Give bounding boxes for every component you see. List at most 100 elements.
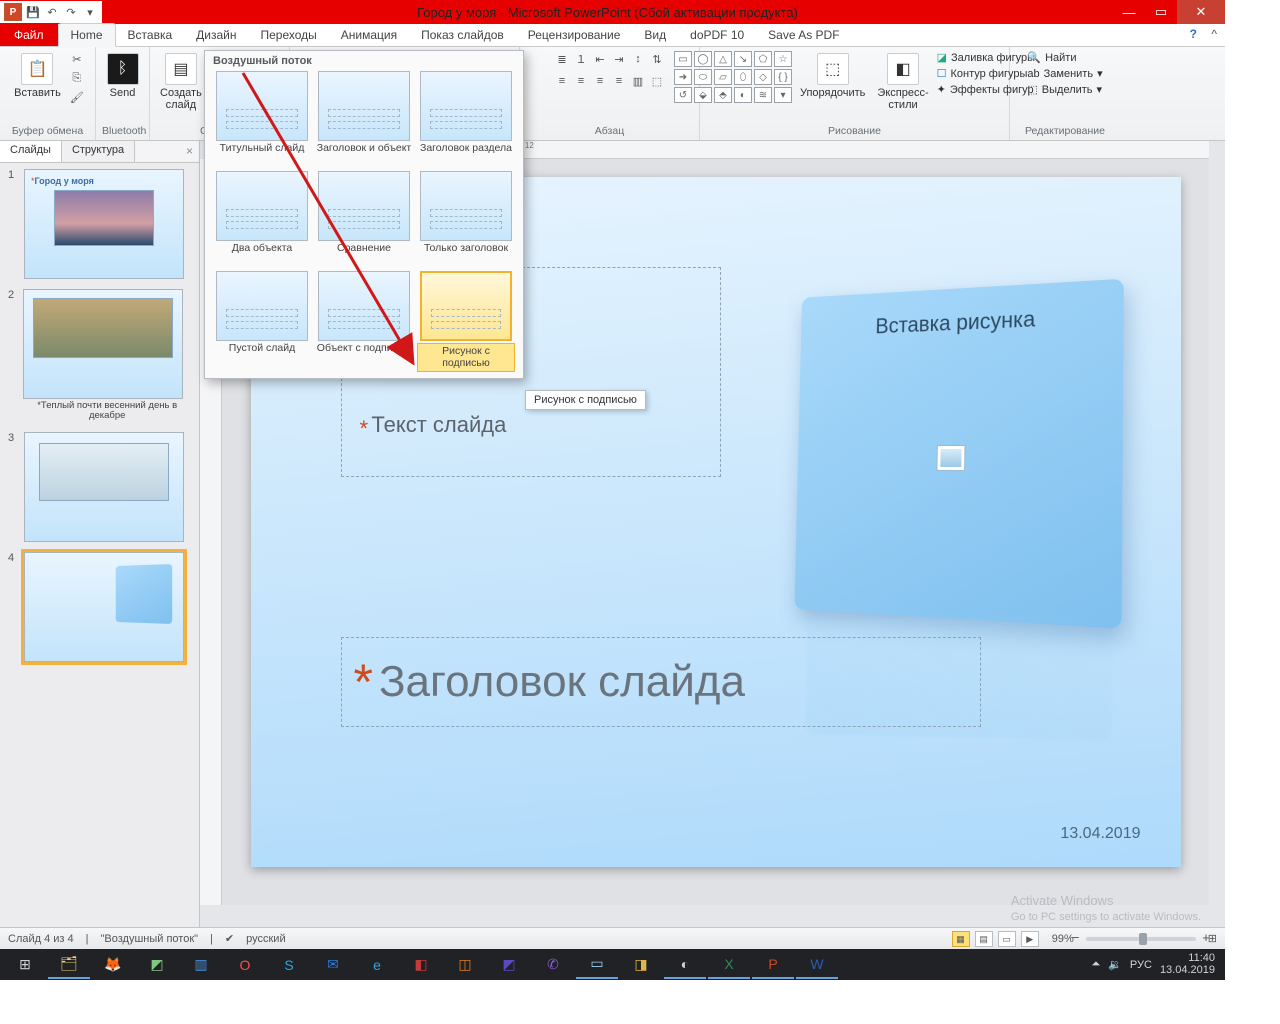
undo-icon[interactable]: ↶ [44,4,60,20]
insert-picture-icon[interactable] [936,445,965,471]
taskbar-app3-icon[interactable]: ◧ [400,951,442,979]
indent-inc-icon[interactable]: ⇥ [611,51,627,67]
taskbar-viber-icon[interactable]: ✆ [532,951,574,979]
taskbar-app5-icon[interactable]: ◨ [620,951,662,979]
layout-title-only[interactable]: Только заголовок [417,171,515,267]
redo-icon[interactable]: ↷ [63,4,79,20]
sorter-view-button[interactable]: ▤ [975,931,993,947]
tab-saveaspdf[interactable]: Save As PDF [756,24,851,46]
indent-dec-icon[interactable]: ⇤ [592,51,608,67]
reading-view-button[interactable]: ▭ [998,931,1016,947]
layout-comparison[interactable]: Сравнение [315,171,413,267]
layout-section-header[interactable]: Заголовок раздела [417,71,515,167]
taskbar-app2-icon[interactable]: ▥ [180,951,222,979]
numbering-icon[interactable]: １ [573,51,589,67]
thumbnail-1[interactable]: 1 *Город у моря [8,169,191,279]
window-title: Город у моря - Microsoft PowerPoint (Сбо… [102,5,1113,20]
thumbnail-3[interactable]: 3 [8,432,191,542]
justify-icon[interactable]: ≡ [611,73,627,89]
taskbar-photos-icon[interactable]: ◫ [444,951,486,979]
thumbnail-2[interactable]: 2 *Теплый почти весенний день в декабре [8,289,191,422]
qat-more-icon[interactable]: ▾ [82,4,98,20]
bullets-icon[interactable]: ≣ [554,51,570,67]
bluetooth-send-button[interactable]: ᛒ Send [103,51,143,101]
close-button[interactable]: ✕ [1177,0,1225,24]
align-right-icon[interactable]: ≡ [592,73,608,89]
tab-dopdf[interactable]: doPDF 10 [678,24,756,46]
tab-insert[interactable]: Вставка [116,24,185,46]
taskbar-edge-icon[interactable]: e [356,951,398,979]
layout-blank[interactable]: Пустой слайд [213,271,311,372]
align-left-icon[interactable]: ≡ [554,73,570,89]
thumbnail-4[interactable]: 4 [8,552,191,662]
layout-title-slide[interactable]: Титульный слайд [213,71,311,167]
taskbar-chrome-icon[interactable]: ◐ [664,951,706,979]
start-button[interactable]: ⊞ [4,951,46,979]
gallery-header: Воздушный поток [205,51,523,71]
align-center-icon[interactable]: ≡ [573,73,589,89]
taskbar-firefox-icon[interactable]: 🦊 [92,951,134,979]
taskbar-word-icon[interactable]: W [796,951,838,979]
spellcheck-icon[interactable]: ✔ [225,932,234,945]
tab-home[interactable]: Home [58,23,116,47]
taskbar-opera-icon[interactable]: O [224,951,266,979]
tab-file[interactable]: Файл [0,23,58,46]
normal-view-button[interactable]: ▦ [952,931,970,947]
tab-transitions[interactable]: Переходы [248,24,328,46]
layout-picture-caption[interactable]: Рисунок с подписью [417,271,515,372]
replace-button[interactable]: abЗаменить▾ [1027,67,1102,80]
zoom-level[interactable]: 99% [1052,933,1074,945]
zoom-slider[interactable] [1086,937,1196,941]
tray-network-icon[interactable]: ⏶ [1091,958,1100,971]
taskbar-explorer-icon[interactable]: 🗂 [48,951,90,979]
replace-icon: ab [1027,68,1039,80]
tray-clock[interactable]: 11:4013.04.2019 [1160,953,1215,976]
tab-outline[interactable]: Структура [62,141,135,162]
minimize-button[interactable]: — [1113,0,1145,24]
help-icon[interactable]: ? [1190,27,1197,41]
status-slide-number: Слайд 4 из 4 [8,933,74,945]
arrange-button[interactable]: ⬚ Упорядочить [796,51,869,101]
picture-placeholder[interactable]: Вставка рисунка [794,279,1123,629]
slide-date: 13.04.2019 [1060,825,1140,843]
group-clipboard: Буфер обмена [6,123,89,140]
taskbar-app-icon[interactable]: ◩ [136,951,178,979]
layout-content-caption[interactable]: Объект с подписью [315,271,413,372]
taskbar-excel-icon[interactable]: X [708,951,750,979]
slideshow-view-button[interactable]: ▶ [1021,931,1039,947]
title-placeholder[interactable]: *Заголовок слайда [341,637,981,727]
line-spacing-icon[interactable]: ↕ [630,51,646,67]
layout-title-content[interactable]: Заголовок и объект [315,71,413,167]
format-painter-icon[interactable]: 🖌 [69,89,85,105]
find-button[interactable]: 🔍Найти [1027,51,1102,64]
cut-icon[interactable]: ✂ [69,51,85,67]
tray-sound-icon[interactable]: 🔉 [1108,958,1122,971]
quick-styles-button[interactable]: ◧ Экспресс-стили [873,51,932,113]
taskbar-mail-icon[interactable]: ✉ [312,951,354,979]
shapes-gallery[interactable]: ▭◯△↘⬠☆ ➜⬭▱⬯◇{ } ↺⬙⬘◐≋▾ [674,51,792,103]
maximize-button[interactable]: ▭ [1145,0,1177,24]
status-language[interactable]: русский [246,933,285,945]
tray-keyboard-layout[interactable]: РУС [1130,959,1152,971]
ribbon-collapse-icon[interactable]: ^ [1211,27,1217,41]
paste-button[interactable]: 📋 Вставить [10,51,65,101]
taskbar-app4-icon[interactable]: ◩ [488,951,530,979]
copy-icon[interactable]: ⎘ [69,70,85,86]
tab-thumbnails[interactable]: Слайды [0,141,62,162]
text-direction-icon[interactable]: ⇅ [649,51,665,67]
panel-close-icon[interactable]: × [180,141,199,162]
tab-view[interactable]: Вид [632,24,678,46]
select-button[interactable]: ⬚Выделить▾ [1027,83,1102,96]
smartart-icon[interactable]: ⬚ [649,73,665,89]
new-slide-button[interactable]: ▤ Создать слайд [156,51,206,113]
layout-two-content[interactable]: Два объекта [213,171,311,267]
columns-icon[interactable]: ▥ [630,73,646,89]
tab-slideshow[interactable]: Показ слайдов [409,24,516,46]
tab-design[interactable]: Дизайн [184,24,248,46]
tab-review[interactable]: Рецензирование [516,24,633,46]
taskbar-powerpoint-icon[interactable]: P [752,951,794,979]
taskbar-notepad-icon[interactable]: ▭ [576,951,618,979]
tab-animation[interactable]: Анимация [329,24,409,46]
taskbar-skype-icon[interactable]: S [268,951,310,979]
save-icon[interactable]: 💾 [25,4,41,20]
